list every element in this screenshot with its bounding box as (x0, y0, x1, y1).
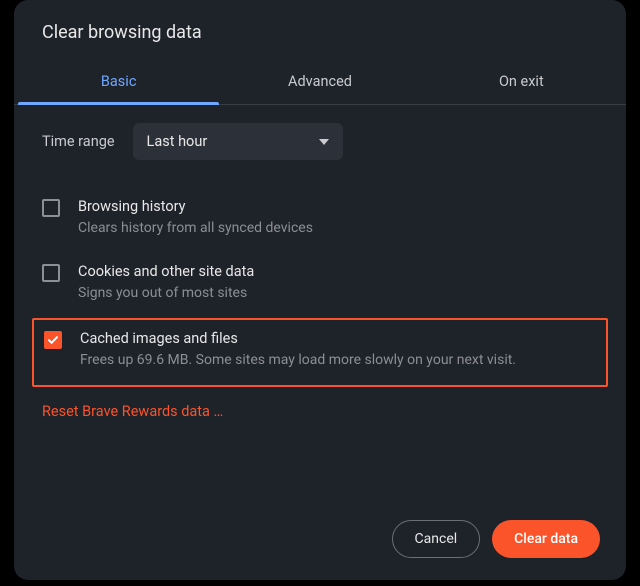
tabs: Basic Advanced On exit (14, 63, 626, 105)
tab-basic[interactable]: Basic (18, 63, 219, 104)
option-desc: Frees up 69.6 MB. Some sites may load mo… (80, 350, 596, 371)
time-range-row: Time range Last hour (42, 123, 598, 160)
checkbox-cache[interactable] (44, 331, 62, 349)
dialog-footer: Cancel Clear data (14, 498, 626, 580)
clear-data-button[interactable]: Clear data (492, 520, 600, 558)
option-cookies[interactable]: Cookies and other site data Signs you ou… (42, 253, 598, 318)
chevron-down-icon (319, 139, 329, 145)
option-desc: Signs you out of most sites (78, 283, 598, 304)
dialog-title: Clear browsing data (14, 0, 626, 63)
check-icon (47, 334, 59, 346)
option-title: Cookies and other site data (78, 263, 598, 280)
dialog-content: Time range Last hour Browsing history Cl… (14, 105, 626, 498)
tab-advanced[interactable]: Advanced (219, 63, 420, 104)
cancel-button[interactable]: Cancel (392, 520, 481, 558)
option-text: Browsing history Clears history from all… (78, 198, 598, 239)
option-title: Browsing history (78, 198, 598, 215)
checkbox-cookies[interactable] (42, 264, 60, 282)
checkbox-browsing-history[interactable] (42, 199, 60, 217)
option-text: Cached images and files Frees up 69.6 MB… (80, 330, 596, 371)
time-range-value: Last hour (147, 133, 208, 150)
time-range-label: Time range (42, 133, 115, 150)
option-cache-highlight: Cached images and files Frees up 69.6 MB… (32, 318, 608, 387)
option-browsing-history[interactable]: Browsing history Clears history from all… (42, 188, 598, 253)
tab-on-exit[interactable]: On exit (421, 63, 622, 104)
time-range-select[interactable]: Last hour (133, 123, 343, 160)
clear-browsing-data-dialog: Clear browsing data Basic Advanced On ex… (14, 0, 626, 580)
option-desc: Clears history from all synced devices (78, 218, 598, 239)
reset-brave-rewards-link[interactable]: Reset Brave Rewards data … (42, 403, 223, 420)
option-title: Cached images and files (80, 330, 596, 347)
option-cache[interactable]: Cached images and files Frees up 69.6 MB… (44, 330, 596, 371)
option-text: Cookies and other site data Signs you ou… (78, 263, 598, 304)
